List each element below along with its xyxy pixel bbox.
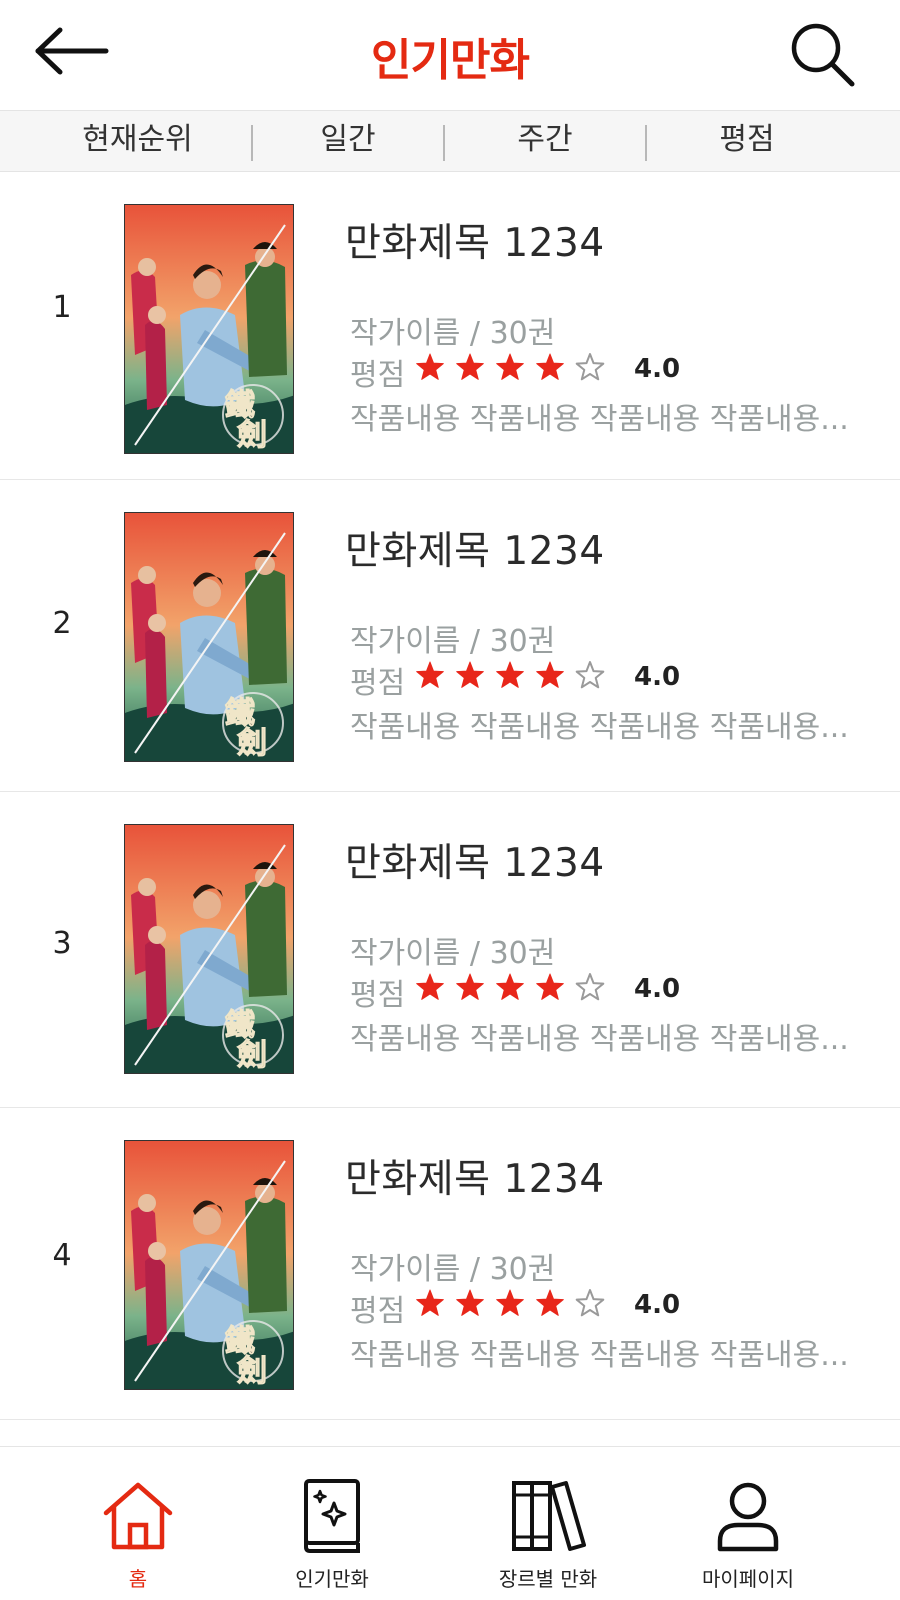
comic-list-item[interactable]: 4 鐵 劍 만화제목 1234 작가이름 / 30권 평점 4.0 작품내용 작… bbox=[0, 1108, 900, 1420]
nav-popular-comics[interactable]: 인기만화 bbox=[232, 1465, 432, 1595]
comic-list-item[interactable]: 1 鐵 劍 만화제목 1234 작가이름 / 30권 평점 4.0 작품내용 작… bbox=[0, 172, 900, 480]
rank-number: 3 bbox=[52, 926, 72, 961]
comic-cover[interactable]: 鐵 劍 bbox=[124, 824, 294, 1074]
cover-title-text: 劍 bbox=[237, 1354, 267, 1389]
comic-title[interactable]: 만화제목 1234 bbox=[345, 1148, 605, 1204]
tab-daily[interactable]: 일간 bbox=[253, 111, 443, 173]
search-button[interactable] bbox=[784, 16, 860, 92]
rating-value: 4.0 bbox=[634, 1290, 681, 1320]
comic-cover-art: 鐵 劍 bbox=[125, 205, 293, 453]
rating-label: 평점 bbox=[350, 1294, 406, 1329]
bookshelf-icon bbox=[512, 1481, 586, 1551]
rating-stars bbox=[416, 1289, 605, 1317]
comic-cover[interactable]: 鐵 劍 bbox=[124, 1140, 294, 1390]
author-volumes: 작가이름 / 30권 bbox=[350, 316, 556, 351]
star-filled-icon bbox=[416, 1289, 444, 1316]
star-filled-icon bbox=[456, 973, 484, 1000]
comic-description: 작품내용 작품내용 작품내용 작품내용... bbox=[350, 710, 849, 745]
nav-genre-comics[interactable]: 장르별 만화 bbox=[448, 1465, 648, 1595]
comic-list-item[interactable]: 3 鐵 劍 만화제목 1234 작가이름 / 30권 평점 4.0 작품내용 작… bbox=[0, 792, 900, 1108]
nav-label: 마이페이지 bbox=[702, 1567, 794, 1591]
rank-number: 1 bbox=[52, 290, 72, 325]
search-icon bbox=[791, 23, 855, 87]
star-empty-icon bbox=[575, 353, 605, 381]
tab-current-rank[interactable]: 현재순위 bbox=[35, 111, 240, 173]
rating-value: 4.0 bbox=[634, 662, 681, 692]
comic-title[interactable]: 만화제목 1234 bbox=[345, 520, 605, 576]
comic-cover[interactable]: 鐵 劍 bbox=[124, 204, 294, 454]
comic-title[interactable]: 만화제목 1234 bbox=[345, 212, 605, 268]
comic-description: 작품내용 작품내용 작품내용 작품내용... bbox=[350, 1022, 849, 1057]
star-filled-icon bbox=[416, 661, 444, 688]
comic-cover-art: 鐵 劍 bbox=[125, 1141, 293, 1389]
rating-value: 4.0 bbox=[634, 354, 681, 384]
comic-cover-art: 鐵 劍 bbox=[125, 825, 293, 1073]
home-icon bbox=[103, 1482, 173, 1550]
nav-label: 홈 bbox=[128, 1567, 148, 1591]
tab-weekly[interactable]: 주간 bbox=[445, 111, 645, 173]
rating-stars bbox=[416, 973, 605, 1001]
comic-description: 작품내용 작품내용 작품내용 작품내용... bbox=[350, 402, 849, 437]
rating-stars bbox=[416, 353, 605, 381]
star-filled-icon bbox=[456, 1289, 484, 1316]
star-empty-icon bbox=[575, 1289, 605, 1317]
rank-number: 2 bbox=[52, 606, 72, 641]
rank-number: 4 bbox=[52, 1238, 72, 1273]
bottom-navigation: 홈 인기만화 장르별 만화 마이페이지 bbox=[0, 1446, 900, 1600]
rating-label: 평점 bbox=[350, 358, 406, 393]
tab-rating[interactable]: 평점 bbox=[647, 111, 847, 173]
cover-title-text: 劍 bbox=[237, 418, 267, 453]
sparkle-book-icon bbox=[304, 1479, 360, 1553]
comic-description: 작품내용 작품내용 작품내용 작품내용... bbox=[350, 1338, 849, 1373]
star-filled-icon bbox=[536, 661, 564, 688]
comic-list-item[interactable]: 2 鐵 劍 만화제목 1234 작가이름 / 30권 평점 4.0 작품내용 작… bbox=[0, 480, 900, 792]
ranking-tabs: 현재순위 일간 주간 평점 bbox=[0, 110, 900, 172]
star-filled-icon bbox=[416, 973, 444, 1000]
rating-value: 4.0 bbox=[634, 974, 681, 1004]
star-filled-icon bbox=[496, 353, 524, 380]
cover-title-text: 劍 bbox=[237, 726, 267, 761]
star-empty-icon bbox=[575, 661, 605, 689]
rating-label: 평점 bbox=[350, 978, 406, 1013]
rating-stars bbox=[416, 661, 605, 689]
star-empty-icon bbox=[575, 973, 605, 1001]
author-volumes: 작가이름 / 30권 bbox=[350, 624, 556, 659]
star-filled-icon bbox=[456, 661, 484, 688]
star-filled-icon bbox=[536, 973, 564, 1000]
comic-cover-art: 鐵 劍 bbox=[125, 513, 293, 761]
comic-cover[interactable]: 鐵 劍 bbox=[124, 512, 294, 762]
author-volumes: 작가이름 / 30권 bbox=[350, 1252, 556, 1287]
nav-label: 인기만화 bbox=[295, 1567, 369, 1591]
cover-title-text: 劍 bbox=[237, 1038, 267, 1073]
nav-home[interactable]: 홈 bbox=[38, 1465, 238, 1595]
nav-my-page[interactable]: 마이페이지 bbox=[648, 1465, 848, 1595]
comic-title[interactable]: 만화제목 1234 bbox=[345, 832, 605, 888]
page-title: 인기만화 bbox=[371, 35, 530, 86]
star-filled-icon bbox=[536, 1289, 564, 1316]
star-filled-icon bbox=[496, 661, 524, 688]
star-filled-icon bbox=[536, 353, 564, 380]
user-icon bbox=[717, 1482, 779, 1552]
rating-label: 평점 bbox=[350, 666, 406, 701]
star-filled-icon bbox=[456, 353, 484, 380]
nav-label: 장르별 만화 bbox=[498, 1567, 598, 1591]
star-filled-icon bbox=[416, 353, 444, 380]
author-volumes: 작가이름 / 30권 bbox=[350, 936, 556, 971]
star-filled-icon bbox=[496, 1289, 524, 1316]
star-filled-icon bbox=[496, 973, 524, 1000]
app-header: 인기만화 bbox=[0, 0, 900, 110]
